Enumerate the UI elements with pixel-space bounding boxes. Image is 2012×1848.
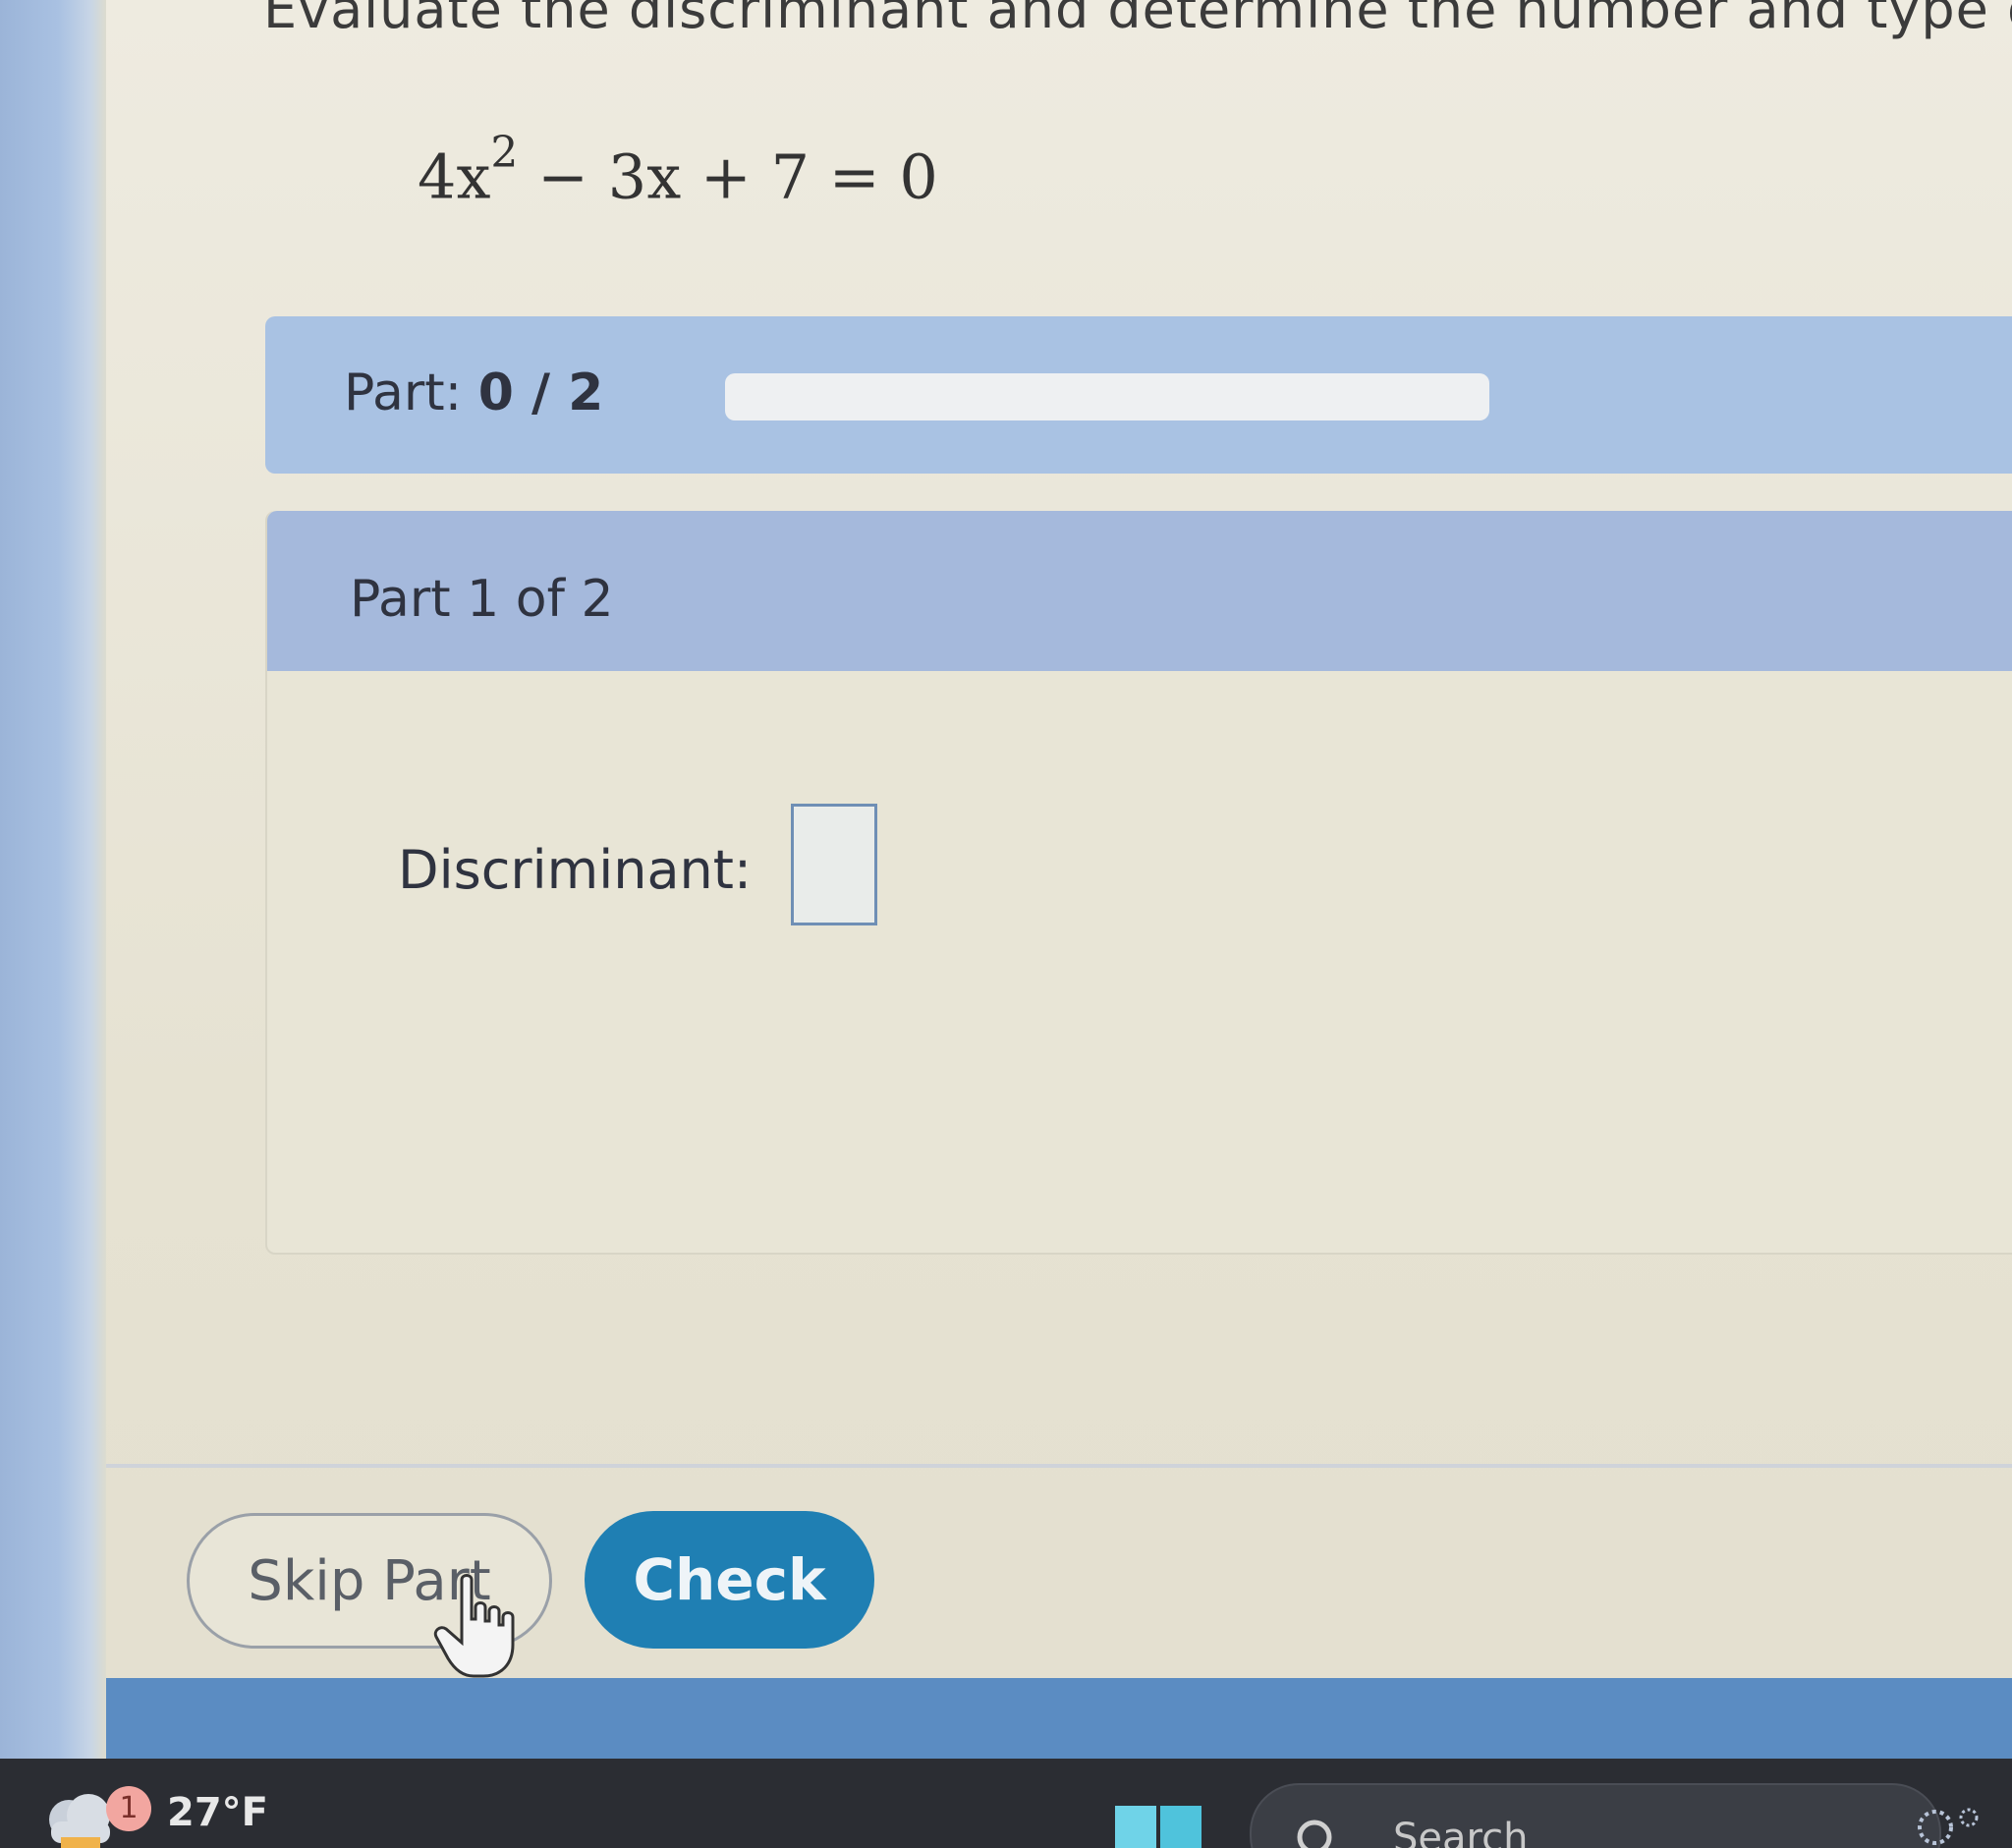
equation: 4x2 − 3x + 7 = 0	[418, 128, 938, 213]
equation-lead: 4x	[418, 140, 491, 213]
tray-icon[interactable]	[1906, 1798, 1984, 1848]
equation-rest: − 3x + 7 = 0	[518, 140, 938, 213]
taskbar-search-text: Search	[1393, 1816, 1529, 1848]
left-edge-strip	[0, 0, 106, 1759]
taskbar-search-box[interactable]	[1250, 1783, 1941, 1848]
hand-cursor-icon	[433, 1574, 515, 1678]
windows-start-icon[interactable]	[1115, 1806, 1203, 1848]
part-title: Part 1 of 2	[350, 570, 614, 629]
progress-label: Part: 0 / 2	[344, 364, 603, 422]
search-icon	[1297, 1820, 1332, 1848]
weather-temperature[interactable]: 27°F	[167, 1790, 268, 1835]
screen: Evaluate the discriminant and determine …	[0, 0, 2012, 1848]
divider	[106, 1464, 2012, 1468]
question-text: Evaluate the discriminant and determine …	[263, 0, 2012, 40]
progress-bar	[725, 373, 1489, 420]
bottom-band	[106, 1678, 2012, 1759]
weather-cloud-icon[interactable]	[39, 1786, 118, 1848]
discriminant-input[interactable]	[791, 804, 877, 925]
check-button[interactable]: Check	[585, 1511, 874, 1649]
equation-exponent: 2	[490, 128, 519, 178]
discriminant-label: Discriminant:	[398, 839, 753, 901]
part-header: Part 1 of 2	[267, 511, 2012, 671]
weather-badge: 1	[106, 1786, 151, 1831]
progress-label-text: Part:	[344, 364, 478, 422]
progress-value: 0 / 2	[477, 364, 604, 422]
